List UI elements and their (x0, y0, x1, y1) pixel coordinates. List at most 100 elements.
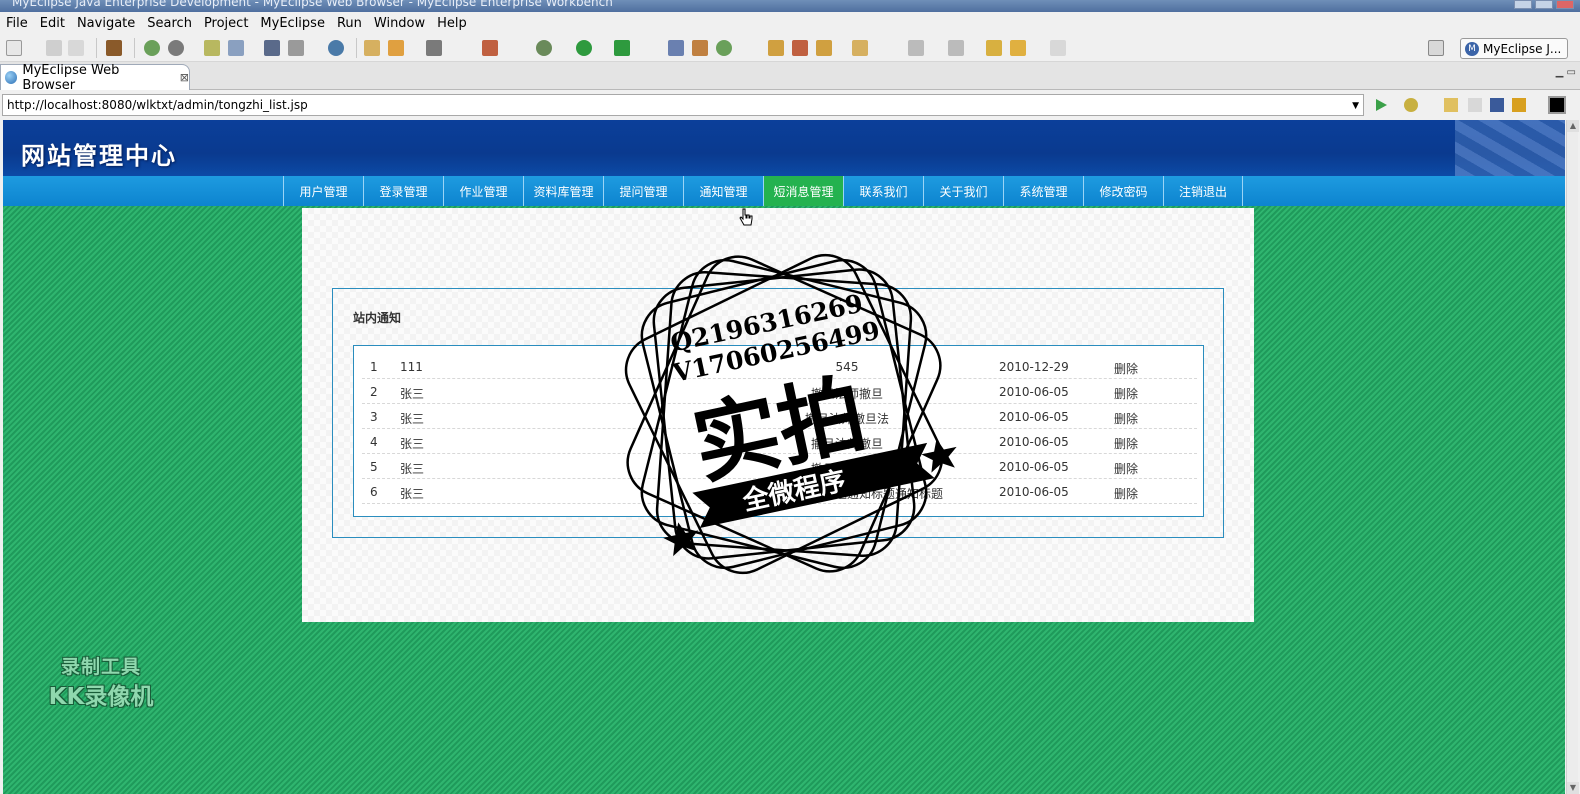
find-icon[interactable] (228, 40, 244, 56)
nav-homework-management[interactable]: 作业管理 (443, 176, 523, 206)
search-icon[interactable] (816, 40, 832, 56)
color-picker-icon[interactable] (1548, 96, 1566, 114)
open-perspective-icon[interactable] (1428, 40, 1444, 56)
back-nav-icon[interactable] (1444, 98, 1458, 112)
row-title[interactable]: 撤旦法师撤旦 (662, 460, 1032, 477)
menu-run[interactable]: Run (331, 16, 368, 31)
tab-label: MyEclipse Web Browser (22, 62, 120, 93)
url-text: http://localhost:8080/wlktxt/admin/tongz… (7, 98, 308, 112)
scroll-up-icon[interactable]: ▲ (1567, 120, 1579, 132)
new-wizard-icon[interactable] (716, 40, 732, 56)
nav-change-password[interactable]: 修改密码 (1083, 176, 1163, 206)
nav-notice-management[interactable]: 通知管理 (683, 176, 763, 206)
scroll-down-icon[interactable]: ▼ (1567, 782, 1579, 794)
delete-link[interactable]: 删除 (1114, 435, 1138, 452)
delete-link[interactable]: 删除 (1114, 360, 1138, 377)
run-icon[interactable] (576, 40, 592, 56)
menu-file[interactable]: File (0, 16, 34, 31)
nav-user-management[interactable]: 用户管理 (283, 176, 363, 206)
last-edit-icon[interactable] (986, 40, 1002, 56)
open-task-icon[interactable] (792, 40, 808, 56)
back-icon[interactable] (1010, 40, 1026, 56)
new-package-icon[interactable] (692, 40, 708, 56)
close-button[interactable] (1556, 0, 1574, 9)
server-icon[interactable] (144, 40, 160, 56)
open-type-icon[interactable] (768, 40, 784, 56)
site-banner: 网站管理中心 (3, 120, 1565, 176)
favorites-icon[interactable] (1404, 98, 1418, 112)
save-icon[interactable] (46, 40, 62, 56)
row-author: 111 (400, 360, 423, 374)
delete-link[interactable]: 删除 (1114, 385, 1138, 402)
nav-about-us[interactable]: 关于我们 (923, 176, 1003, 206)
minimize-button[interactable] (1514, 0, 1532, 9)
new-icon[interactable] (6, 40, 22, 56)
close-tab-icon[interactable]: ⊠ (180, 71, 189, 84)
nav-logout[interactable]: 注销退出 (1163, 176, 1243, 206)
gear-icon[interactable] (482, 40, 498, 56)
row-author: 张三 (400, 412, 425, 426)
menu-myeclipse[interactable]: MyEclipse (254, 16, 331, 31)
row-title[interactable]: 撤旦法师撤旦 (662, 385, 1032, 402)
deploy-icon[interactable] (168, 40, 184, 56)
browser-viewport: 网站管理中心 用户管理 登录管理 作业管理 资料库管理 提问管理 通知管理 短消… (3, 120, 1565, 794)
menu-project[interactable]: Project (198, 16, 254, 31)
vertical-scrollbar[interactable]: ▲ ▼ (1566, 120, 1579, 794)
nav-contact-us[interactable]: 联系我们 (843, 176, 923, 206)
banner-keyboard-graphic (1455, 120, 1565, 176)
build-icon[interactable] (264, 40, 280, 56)
url-dropdown-icon[interactable]: ▼ (1352, 101, 1359, 112)
delete-link[interactable]: 删除 (1114, 485, 1138, 502)
row-title[interactable]: 撤旦法师撤旦 (662, 435, 1032, 452)
menu-window[interactable]: Window (368, 16, 431, 31)
nav-message-management[interactable]: 短消息管理 (763, 176, 843, 206)
folder-icon[interactable] (852, 40, 868, 56)
myeclipse-logo-icon: M (1465, 41, 1479, 56)
row-title[interactable]: 545 (662, 360, 1032, 374)
row-title[interactable]: 通知标题通知标题通知标题通知标题 (662, 485, 1032, 502)
camera-icon[interactable] (426, 40, 442, 56)
run-external-icon[interactable] (614, 40, 630, 56)
row-date: 2010-06-05 (999, 435, 1069, 449)
table-row: 2 张三 撤旦法师撤旦 2010-06-05 删除 (362, 379, 1197, 404)
next-annotation-icon[interactable] (948, 40, 964, 56)
nav-login-management[interactable]: 登录管理 (363, 176, 443, 206)
tab-web-browser[interactable]: MyEclipse Web Browser ⊠ (0, 62, 190, 93)
watermark-line2: KK录像机 (48, 684, 154, 710)
annotation-icon[interactable] (908, 40, 924, 56)
forward-nav-icon[interactable] (1468, 98, 1482, 112)
menu-edit[interactable]: Edit (34, 16, 71, 31)
perspective-button[interactable]: M MyEclipse J... (1460, 38, 1568, 59)
web-icon[interactable] (328, 40, 344, 56)
nav-library-management[interactable]: 资料库管理 (523, 176, 603, 206)
debug-icon[interactable] (536, 40, 552, 56)
open-folder-icon[interactable] (364, 40, 380, 56)
site-title: 网站管理中心 (21, 142, 177, 170)
go-icon[interactable] (1374, 98, 1388, 112)
delete-link[interactable]: 删除 (1114, 410, 1138, 427)
row-date: 2010-06-05 (999, 460, 1069, 474)
menu-help[interactable]: Help (431, 16, 473, 31)
recorder-watermark: 录制工具 KK录像机 (31, 652, 171, 711)
generate-icon[interactable] (288, 40, 304, 56)
refresh-page-icon[interactable] (1512, 98, 1526, 112)
package-icon[interactable] (106, 40, 122, 56)
menu-navigate[interactable]: Navigate (71, 16, 141, 31)
stop-icon[interactable] (1490, 98, 1504, 112)
nav-system-management[interactable]: 系统管理 (1003, 176, 1083, 206)
main-toolbar: M MyEclipse J... (0, 34, 1580, 62)
nav-question-management[interactable]: 提问管理 (603, 176, 683, 206)
print-icon[interactable] (68, 40, 84, 56)
url-input[interactable]: http://localhost:8080/wlktxt/admin/tongz… (2, 94, 1364, 116)
new-class-icon[interactable] (668, 40, 684, 56)
refresh-icon[interactable] (388, 40, 404, 56)
admin-nav-bar: 用户管理 登录管理 作业管理 资料库管理 提问管理 通知管理 短消息管理 联系我… (3, 176, 1565, 206)
minimize-maximize-icon[interactable]: ▁ ▭ (1556, 67, 1576, 78)
delete-link[interactable]: 删除 (1114, 460, 1138, 477)
menu-search[interactable]: Search (141, 16, 198, 31)
row-title[interactable]: 撤旦法师撤旦法 (662, 410, 1032, 427)
forward-icon[interactable] (1050, 40, 1066, 56)
maximize-button[interactable] (1535, 0, 1553, 9)
edit-icon[interactable] (204, 40, 220, 56)
row-number: 1 (370, 360, 378, 374)
